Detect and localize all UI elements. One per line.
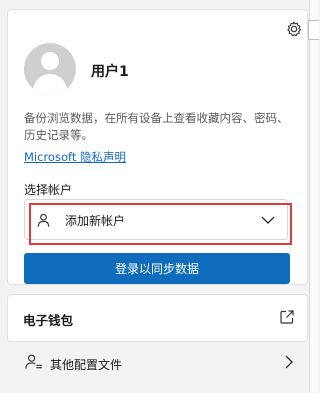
- privacy-link[interactable]: Microsoft 隐私声明: [24, 149, 126, 165]
- account-dropdown[interactable]: 添加新帐户: [24, 199, 288, 240]
- gear-icon[interactable]: [285, 20, 303, 38]
- other-profiles-label: 其他配置文件: [50, 358, 123, 372]
- wallet-label: 电子钱包: [23, 313, 74, 328]
- select-account-label: 选择帐户: [24, 183, 73, 197]
- chevron-down-icon: [261, 216, 275, 224]
- wallet-item[interactable]: 电子钱包: [7, 294, 308, 342]
- external-link-icon: [280, 310, 294, 324]
- chevron-right-icon: [285, 355, 293, 369]
- profile-name: 用户1: [91, 64, 129, 80]
- account-dropdown-value: 添加新帐户: [65, 214, 126, 228]
- avatar-body: [33, 74, 67, 95]
- profile-description: 备份浏览数据，在所有设备上查看收藏内容、密码、历史记录等。: [24, 111, 289, 142]
- avatar: [24, 43, 76, 95]
- profile-card: 用户1 备份浏览数据，在所有设备上查看收藏内容、密码、历史记录等。 Micros…: [7, 9, 308, 285]
- edge-tab: [308, 20, 319, 40]
- profiles-icon: [25, 354, 43, 369]
- window-edge: [308, 0, 319, 393]
- profile-flyout: 用户1 备份浏览数据，在所有设备上查看收藏内容、密码、历史记录等。 Micros…: [7, 0, 308, 393]
- other-profiles-item[interactable]: 其他配置文件: [7, 348, 306, 380]
- sign-in-sync-button[interactable]: 登录以同步数据: [24, 253, 290, 284]
- person-icon: [37, 213, 50, 227]
- avatar-head: [41, 52, 59, 70]
